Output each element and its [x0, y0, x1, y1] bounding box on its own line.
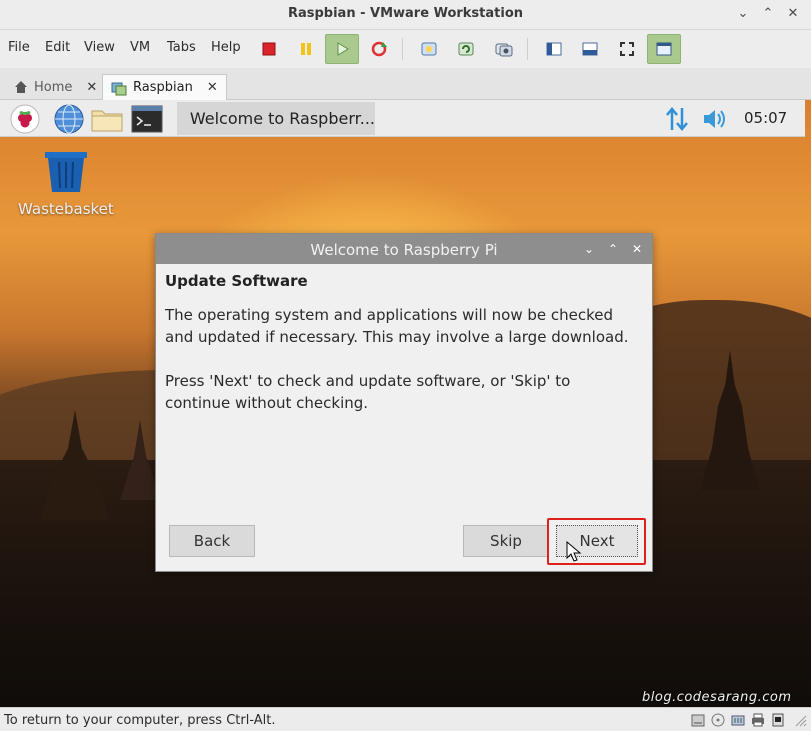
usb-icon[interactable]	[770, 712, 786, 728]
highlight-box	[547, 518, 646, 565]
menu-edit[interactable]: Edit	[45, 40, 70, 55]
dialog-paragraph: Press 'Next' to check and update softwar…	[165, 372, 571, 412]
desktop-icon-label: Wastebasket	[18, 200, 114, 218]
tab-label-home: Home	[34, 79, 73, 95]
dialog-minimize-icon[interactable]: ⌄	[580, 240, 598, 258]
vmware-toolbar: File Edit View VM Tabs Help	[0, 30, 811, 68]
dialog-maximize-icon[interactable]: ⌃	[604, 240, 622, 258]
unity-icon[interactable]	[647, 34, 681, 64]
dialog-title: Welcome to Raspberry Pi	[310, 241, 498, 259]
snapshot-revert-icon[interactable]	[449, 34, 483, 64]
welcome-dialog: Welcome to Raspberry Pi ⌄ ⌃ ✕ Update Sof…	[155, 233, 653, 572]
dialog-body: The operating system and applications wi…	[165, 304, 635, 414]
close-icon[interactable]: ✕	[782, 4, 804, 24]
cd-drive-icon[interactable]	[710, 712, 726, 728]
status-text: To return to your computer, press Ctrl-A…	[4, 713, 276, 728]
guest-display[interactable]: Welcome to Raspberr... 05:07 Wastebasket…	[0, 100, 811, 707]
tab-label-raspbian: Raspbian	[133, 80, 193, 95]
play-icon[interactable]	[325, 34, 359, 64]
dialog-paragraph: The operating system and applications wi…	[165, 306, 629, 346]
raspberry-icon	[181, 106, 184, 132]
refresh-icon[interactable]	[362, 34, 396, 64]
taskbar-clock[interactable]: 05:07	[744, 109, 787, 127]
taskbar-window-label: Welcome to Raspberr...	[189, 109, 375, 128]
fullscreen-icon[interactable]	[610, 34, 644, 64]
trash-icon	[44, 152, 87, 192]
skip-button[interactable]: Skip	[463, 525, 549, 557]
hard-disk-icon[interactable]	[690, 712, 706, 728]
menu-view[interactable]: View	[84, 40, 115, 55]
menu-vm[interactable]: VM	[130, 40, 150, 55]
tab-home[interactable]: Home ✕	[6, 74, 105, 100]
terminal-icon[interactable]	[130, 103, 164, 135]
toolbar-separator	[527, 38, 528, 60]
vmware-titlebar: Raspbian - VMware Workstation ⌄ ⌃ ✕	[0, 0, 811, 30]
network-icon[interactable]	[664, 106, 690, 136]
file-manager-icon[interactable]	[90, 103, 124, 135]
console-icon[interactable]	[573, 34, 607, 64]
vm-icon	[111, 82, 127, 95]
menu-file[interactable]: File	[8, 40, 30, 55]
taskbar-window-button[interactable]: Welcome to Raspberr...	[177, 102, 375, 135]
network-adapter-icon[interactable]	[730, 712, 746, 728]
volume-icon[interactable]	[701, 106, 729, 136]
power-stop-icon[interactable]	[252, 34, 286, 64]
raspberry-menu-icon[interactable]	[8, 103, 42, 135]
snapshot-manager-icon[interactable]	[487, 34, 521, 64]
close-tab-icon[interactable]: ✕	[207, 80, 218, 95]
wastebasket-desktop-icon[interactable]: Wastebasket	[18, 150, 114, 218]
dialog-titlebar[interactable]: Welcome to Raspberry Pi ⌄ ⌃ ✕	[156, 234, 652, 264]
dialog-close-icon[interactable]: ✕	[628, 240, 646, 258]
tab-raspbian[interactable]: Raspbian ✕	[102, 74, 227, 100]
home-icon	[15, 81, 27, 93]
pause-icon[interactable]	[289, 34, 323, 64]
library-icon[interactable]	[537, 34, 571, 64]
pi-taskbar: Welcome to Raspberr... 05:07	[0, 100, 805, 137]
window-title: Raspbian - VMware Workstation	[287, 6, 524, 21]
watermark: blog.codesarang.com	[642, 690, 792, 705]
menu-help[interactable]: Help	[211, 40, 241, 55]
snapshot-icon[interactable]	[412, 34, 446, 64]
dialog-heading: Update Software	[165, 272, 308, 290]
resize-grip-icon[interactable]	[792, 712, 808, 728]
minimize-icon[interactable]: ⌄	[732, 4, 754, 24]
menu-tabs[interactable]: Tabs	[167, 40, 196, 55]
back-button[interactable]: Back	[169, 525, 255, 557]
toolbar-separator	[402, 38, 403, 60]
tab-bar: Home ✕ Raspbian ✕	[0, 68, 811, 100]
status-bar: To return to your computer, press Ctrl-A…	[0, 707, 811, 731]
maximize-icon[interactable]: ⌃	[757, 4, 779, 24]
web-browser-icon[interactable]	[52, 103, 86, 135]
mouse-cursor-icon	[566, 540, 582, 567]
printer-icon[interactable]	[750, 712, 766, 728]
close-tab-icon[interactable]: ✕	[86, 80, 97, 95]
